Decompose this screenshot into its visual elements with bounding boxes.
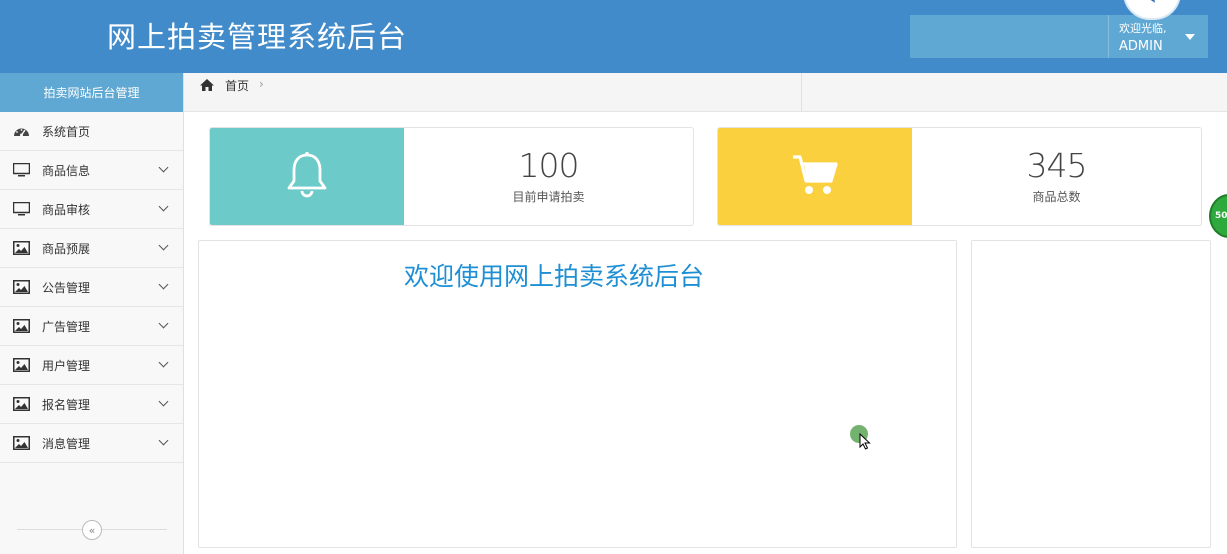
home-icon[interactable] [199,77,215,96]
chevron-down-icon[interactable] [158,435,169,446]
user-name: ADMIN [1119,39,1163,54]
sidebar-item-messages[interactable]: 消息管理 [0,424,183,463]
app-title: 网上拍卖管理系统后台 [107,20,408,54]
sidebar-item-label: 消息管理 [42,436,91,451]
sidebar-item-registrations[interactable]: 报名管理 [0,385,183,424]
chevron-down-icon[interactable] [158,279,169,290]
welcome-text: 欢迎光临, [1119,22,1167,35]
sidebar-item-label: 商品预展 [42,241,91,256]
user-menu[interactable]: 欢迎光临, ADMIN [910,15,1208,58]
sidebar-item-announcements[interactable]: 公告管理 [0,268,183,307]
sidebar-item-label: 报名管理 [42,397,91,412]
sidebar-item-label: 商品信息 [42,163,91,178]
stat-label: 商品总数 [1032,190,1081,204]
stat-value: 345 [1026,146,1088,185]
chevron-down-icon[interactable] [158,396,169,407]
sidebar-item-dashboard[interactable]: 系统首页 [0,112,183,151]
breadcrumb-divider [801,73,802,111]
main-content: 100 目前申请拍卖 345 商品总数 欢迎使用网上拍卖系统后台 [184,112,1227,554]
sidebar-item-product-review[interactable]: 商品审核 [0,190,183,229]
sidebar-item-product-info[interactable]: 商品信息 [0,151,183,190]
collapse-sidebar-button[interactable]: « [82,520,102,540]
sidebar-item-label: 系统首页 [42,124,91,139]
image-icon [13,436,30,450]
sidebar-item-label: 用户管理 [42,358,91,373]
sidebar: 拍卖网站后台管理 系统首页 商品信息 商品审核 商品预展 公告管理 广告管理 用… [0,73,184,554]
image-icon [13,319,30,333]
chevron-down-icon[interactable] [158,201,169,212]
image-icon [13,280,30,294]
sidebar-item-product-preview[interactable]: 商品预展 [0,229,183,268]
welcome-heading: 欢迎使用网上拍卖系统后台 [404,262,705,291]
cursor-icon [859,432,871,454]
image-icon [13,358,30,372]
stat-value: 100 [518,146,580,185]
breadcrumb-separator: › [259,77,264,91]
chevron-down-icon[interactable] [158,162,169,173]
chevron-down-icon[interactable] [158,240,169,251]
sidebar-item-ads[interactable]: 广告管理 [0,307,183,346]
breadcrumb: 首页 › [184,73,1227,112]
cart-icon [791,153,839,201]
breadcrumb-home-link[interactable]: 首页 [225,77,249,94]
sidebar-title: 拍卖网站后台管理 [0,73,183,112]
stat-card-applications[interactable]: 100 目前申请拍卖 [209,127,694,226]
sidebar-item-label: 广告管理 [42,319,91,334]
monitor-icon [13,202,30,216]
sidebar-item-users[interactable]: 用户管理 [0,346,183,385]
stat-icon-box [718,128,912,225]
monitor-icon [13,163,30,177]
caret-down-icon[interactable] [1185,34,1195,40]
chevron-down-icon[interactable] [158,357,169,368]
stat-label: 目前申请拍卖 [512,190,585,204]
logo-icon [1142,0,1160,7]
chevron-down-icon[interactable] [158,318,169,329]
sidebar-item-label: 公告管理 [42,280,91,295]
user-menu-divider [1108,15,1109,58]
image-icon [13,241,30,255]
stat-icon-box [210,128,404,225]
side-panel [971,240,1211,548]
sidebar-item-label: 商品审核 [42,202,91,217]
stat-card-products[interactable]: 345 商品总数 [717,127,1202,226]
dashboard-icon [13,124,30,138]
top-header: 网上拍卖管理系统后台 欢迎光临, ADMIN [0,0,1227,73]
bell-icon [284,151,330,203]
image-icon [13,397,30,411]
